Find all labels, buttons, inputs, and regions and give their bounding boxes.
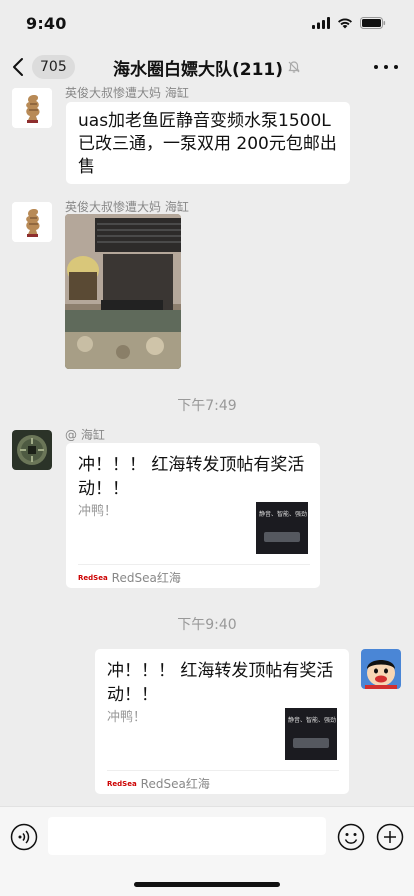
card-description: 冲鸭！	[78, 504, 118, 519]
status-time: 9:40	[26, 13, 67, 33]
sender-name: @ 海缸	[65, 428, 105, 442]
card-source: RedSea RedSea红海	[78, 569, 181, 586]
photo-message[interactable]	[65, 214, 181, 369]
chat-title: 海水圈白嫖大队(211)	[112, 59, 284, 80]
signal-icon	[312, 17, 330, 29]
source-logo: RedSea	[78, 573, 108, 582]
wifi-icon	[338, 18, 352, 29]
message-text: uas加老鱼匠静音变频水泵1500L已改三通，一泵双用 200元包邮出售	[78, 111, 337, 177]
source-name: RedSea红海	[140, 777, 210, 791]
my-avatar[interactable]	[361, 649, 401, 689]
message-input[interactable]	[48, 817, 326, 855]
nav-title-wrap: 海水圈白嫖大队(211)	[0, 54, 414, 80]
sender-name: 英俊大叔惨遭大妈 海缸	[65, 200, 189, 214]
sender-name: 英俊大叔惨遭大妈 海缸	[65, 86, 189, 100]
status-bar: 9:40	[0, 0, 414, 46]
card-thumbnail: 静音、智能、强劲	[285, 708, 337, 760]
card-title: 冲！！！ 红海转发顶帖有奖活动！！	[78, 455, 305, 499]
nav-bar: 705 海水圈白嫖大队(211)	[0, 46, 414, 88]
link-card[interactable]: 冲！！！ 红海转发顶帖有奖活动！！ 冲鸭！ 静音、智能、强劲 RedSea Re…	[95, 649, 349, 794]
link-card[interactable]: 冲！！！ 红海转发顶帖有奖活动！！ 冲鸭！ 静音、智能、强劲 RedSea Re…	[66, 443, 320, 588]
mute-icon	[288, 61, 300, 73]
more-icon[interactable]	[374, 58, 398, 76]
time-label: 下午9:40	[177, 617, 237, 633]
thumbnail-caption: 静音、智能、强劲	[288, 717, 337, 724]
time-label: 下午7:49	[177, 398, 237, 414]
source-logo: RedSea	[107, 779, 137, 788]
card-thumbnail: 静音、智能、强劲	[256, 502, 308, 554]
card-source: RedSea RedSea红海	[107, 775, 210, 792]
voice-icon[interactable]	[10, 823, 38, 851]
plus-icon[interactable]	[376, 823, 404, 851]
battery-icon	[360, 17, 386, 29]
status-icons	[312, 17, 386, 29]
avatar[interactable]	[12, 88, 52, 128]
emoji-icon[interactable]	[337, 823, 365, 851]
message-bubble[interactable]: uas加老鱼匠静音变频水泵1500L已改三通，一泵双用 200元包邮出售	[66, 102, 350, 184]
card-description: 冲鸭！	[107, 710, 147, 725]
thumbnail-caption: 静音、智能、强劲	[259, 511, 308, 518]
avatar[interactable]	[12, 430, 52, 470]
avatar[interactable]	[12, 202, 52, 242]
source-name: RedSea红海	[111, 571, 181, 585]
card-title: 冲！！！ 红海转发顶帖有奖活动！！	[107, 661, 334, 705]
home-indicator	[134, 882, 280, 887]
